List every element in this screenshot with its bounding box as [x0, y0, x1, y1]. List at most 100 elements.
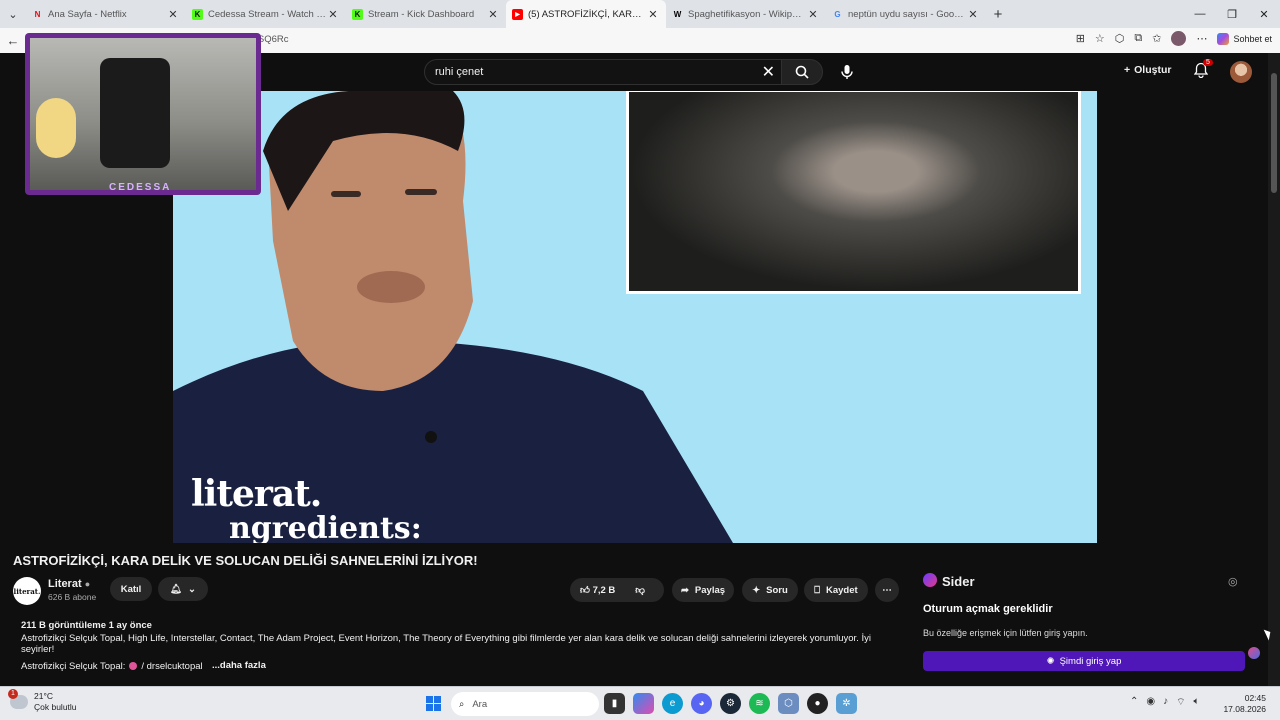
- chevron-up-icon[interactable]: ⌃: [1130, 696, 1138, 709]
- file-explorer-icon[interactable]: ▮: [604, 693, 625, 714]
- notification-count-badge: 5: [1203, 59, 1213, 66]
- obs-icon[interactable]: ●: [807, 693, 828, 714]
- weather-badge: 1: [8, 689, 18, 699]
- subscribed-bell-button[interactable]: 🔔︎ ⌄: [158, 577, 208, 601]
- tab-title: Ana Sayfa - Netflix: [48, 8, 127, 20]
- tab-close-icon[interactable]: ✕: [486, 8, 500, 21]
- channel-name[interactable]: Literat ●: [48, 578, 90, 590]
- minimize-icon[interactable]: —: [1184, 0, 1216, 28]
- browser-tab[interactable]: K Cedessa Stream - Watch Live on K ✕: [186, 0, 346, 28]
- app-hex-icon[interactable]: ⬡: [778, 693, 799, 714]
- sparkle-icon: ✺: [1046, 655, 1055, 667]
- steam-icon[interactable]: ⚙: [720, 693, 741, 714]
- browser-tab[interactable]: K Stream - Kick Dashboard ✕: [346, 0, 506, 28]
- save-button[interactable]: ⎕ Kaydet: [804, 578, 868, 602]
- sparkle-icon: ✦: [752, 584, 761, 596]
- sider-name: Sider: [942, 574, 975, 589]
- more-actions-button[interactable]: ⋯: [875, 578, 899, 602]
- channel-avatar[interactable]: literat.: [13, 577, 41, 605]
- facecam-label: CEDESSA: [109, 182, 172, 193]
- show-more-button[interactable]: ...daha fazla: [212, 660, 266, 671]
- copilot-app-icon[interactable]: [633, 693, 654, 714]
- wifi-icon[interactable]: ⌔: [1176, 696, 1185, 709]
- create-button[interactable]: + Oluştur: [1124, 64, 1171, 76]
- clear-search-icon[interactable]: ✕: [762, 62, 775, 82]
- description-link-prefix: Astrofizikçi Selçuk Topal:: [21, 661, 126, 672]
- app-available-icon[interactable]: ⊞: [1076, 32, 1085, 45]
- sider-login-button[interactable]: ✺ Şimdi giriş yap: [923, 651, 1245, 671]
- favorite-star-icon[interactable]: ☆: [1095, 32, 1105, 45]
- search-input[interactable]: ruhi çenet ✕: [424, 59, 782, 85]
- create-label: Oluştur: [1134, 64, 1172, 76]
- app-gear-icon[interactable]: ✲: [836, 693, 857, 714]
- restore-icon[interactable]: ❐: [1216, 0, 1248, 28]
- page-scrollbar[interactable]: [1268, 53, 1280, 686]
- favorites-icon[interactable]: ✩: [1152, 32, 1161, 45]
- profile-avatar[interactable]: [1171, 31, 1187, 46]
- tab-close-icon[interactable]: ✕: [646, 8, 660, 21]
- description-box[interactable]: 211 B görüntüleme 1 ay önce Astrofizikçi…: [13, 613, 906, 683]
- copilot-label: Sohbet et: [1233, 33, 1272, 44]
- tab-list-chevron-icon[interactable]: ⌄: [0, 1, 26, 27]
- spotify-icon[interactable]: ≋: [749, 693, 770, 714]
- search-icon: [795, 65, 809, 79]
- sider-extension-panel: Sider ◎ Oturum açmak gereklidir Bu özell…: [915, 565, 1265, 683]
- instagram-link[interactable]: / drselcuktopal: [141, 661, 202, 672]
- taskbar-search[interactable]: ⌕ Ara: [451, 692, 599, 716]
- ask-label: Soru: [766, 584, 788, 596]
- browser-tab-active[interactable]: ▶ (5) ASTROFİZİKÇİ, KARA DELİK VE ✕: [506, 0, 666, 28]
- system-clock[interactable]: 02:45 17.08.2026: [1223, 693, 1266, 715]
- tab-close-icon[interactable]: ✕: [966, 8, 980, 21]
- browser-tab[interactable]: N Ana Sayfa - Netflix ✕: [26, 0, 186, 28]
- split-screen-icon[interactable]: ⧉: [1134, 32, 1142, 45]
- weather-widget[interactable]: 1 21°C Çok bulutlu: [8, 689, 77, 713]
- video-inset-astronaut: [626, 91, 1081, 294]
- tab-close-icon[interactable]: ✕: [166, 8, 180, 21]
- channel-name-text: Literat: [48, 578, 82, 590]
- browser-tab[interactable]: W Spaghetifikasyon - Wikipedia ✕: [666, 0, 826, 28]
- network-icon[interactable]: ◉: [1146, 696, 1155, 709]
- extensions-icon[interactable]: ⬡: [1115, 32, 1125, 45]
- account-avatar[interactable]: [1230, 61, 1252, 83]
- facecam-video: [30, 38, 256, 190]
- join-button[interactable]: Katıl: [110, 577, 152, 601]
- settings-icon[interactable]: ◎: [1228, 575, 1238, 588]
- ask-button[interactable]: ✦ Soru: [742, 578, 798, 602]
- taskbar-apps: ▮ e ◕ ⚙ ≋ ⬡ ● ✲: [604, 693, 857, 714]
- tab-close-icon[interactable]: ✕: [806, 8, 820, 21]
- microphone-icon[interactable]: ♪: [1163, 696, 1168, 709]
- sider-logo-icon: [923, 573, 937, 587]
- sider-message: Bu özelliğe erişmek için lütfen giriş ya…: [923, 628, 1088, 638]
- tab-title: Spaghetifikasyon - Wikipedia: [688, 8, 806, 20]
- close-window-icon[interactable]: ✕: [1248, 0, 1280, 28]
- back-arrow-icon[interactable]: ←: [0, 33, 26, 48]
- scrollbar-thumb[interactable]: [1271, 73, 1277, 193]
- like-button[interactable]: 👍︎ 7,2 B: [580, 584, 615, 596]
- like-dislike-group: 👍︎ 7,2 B 👎︎: [570, 578, 664, 602]
- copilot-icon: [1217, 32, 1230, 45]
- discord-icon[interactable]: ◕: [691, 693, 712, 714]
- new-tab-plus-icon[interactable]: +: [986, 6, 1010, 23]
- share-button[interactable]: ➦ Paylaş: [672, 578, 734, 602]
- google-icon: G: [834, 9, 841, 19]
- start-button-windows-icon[interactable]: [426, 696, 441, 711]
- search-button[interactable]: [781, 59, 823, 85]
- tab-close-icon[interactable]: ✕: [326, 8, 340, 21]
- streamer-facecam-overlay: CEDESSA: [25, 33, 261, 195]
- system-tray: ⌃ ◉ ♪ ⌔ 🔈︎: [1130, 696, 1200, 709]
- voice-search-button[interactable]: [836, 61, 858, 83]
- dislike-button[interactable]: 👎︎: [635, 584, 645, 596]
- notifications-button[interactable]: 5: [1193, 59, 1213, 83]
- taskbar: 1 21°C Çok bulutlu ⌕ Ara ▮ e ◕ ⚙ ≋ ⬡ ● ✲ …: [0, 686, 1280, 720]
- kick-icon: K: [192, 8, 203, 20]
- browser-toolbar: ⊞ ☆ ⬡ ⧉ ✩ ⋯ Sohbet et: [1076, 31, 1272, 46]
- more-menu-icon[interactable]: ⋯: [1196, 32, 1207, 45]
- video-player[interactable]: literat. ngredients:: [173, 91, 1097, 543]
- edge-browser-icon[interactable]: e: [662, 693, 683, 714]
- wikipedia-icon: W: [673, 9, 682, 19]
- copilot-button[interactable]: Sohbet et: [1217, 32, 1272, 45]
- share-arrow-icon: ➦: [680, 584, 689, 596]
- browser-tab[interactable]: G neptün uydu sayısı - Google'da Ar ✕: [826, 0, 986, 28]
- sider-orb-icon[interactable]: [1248, 647, 1260, 659]
- volume-icon[interactable]: 🔈︎: [1194, 696, 1200, 709]
